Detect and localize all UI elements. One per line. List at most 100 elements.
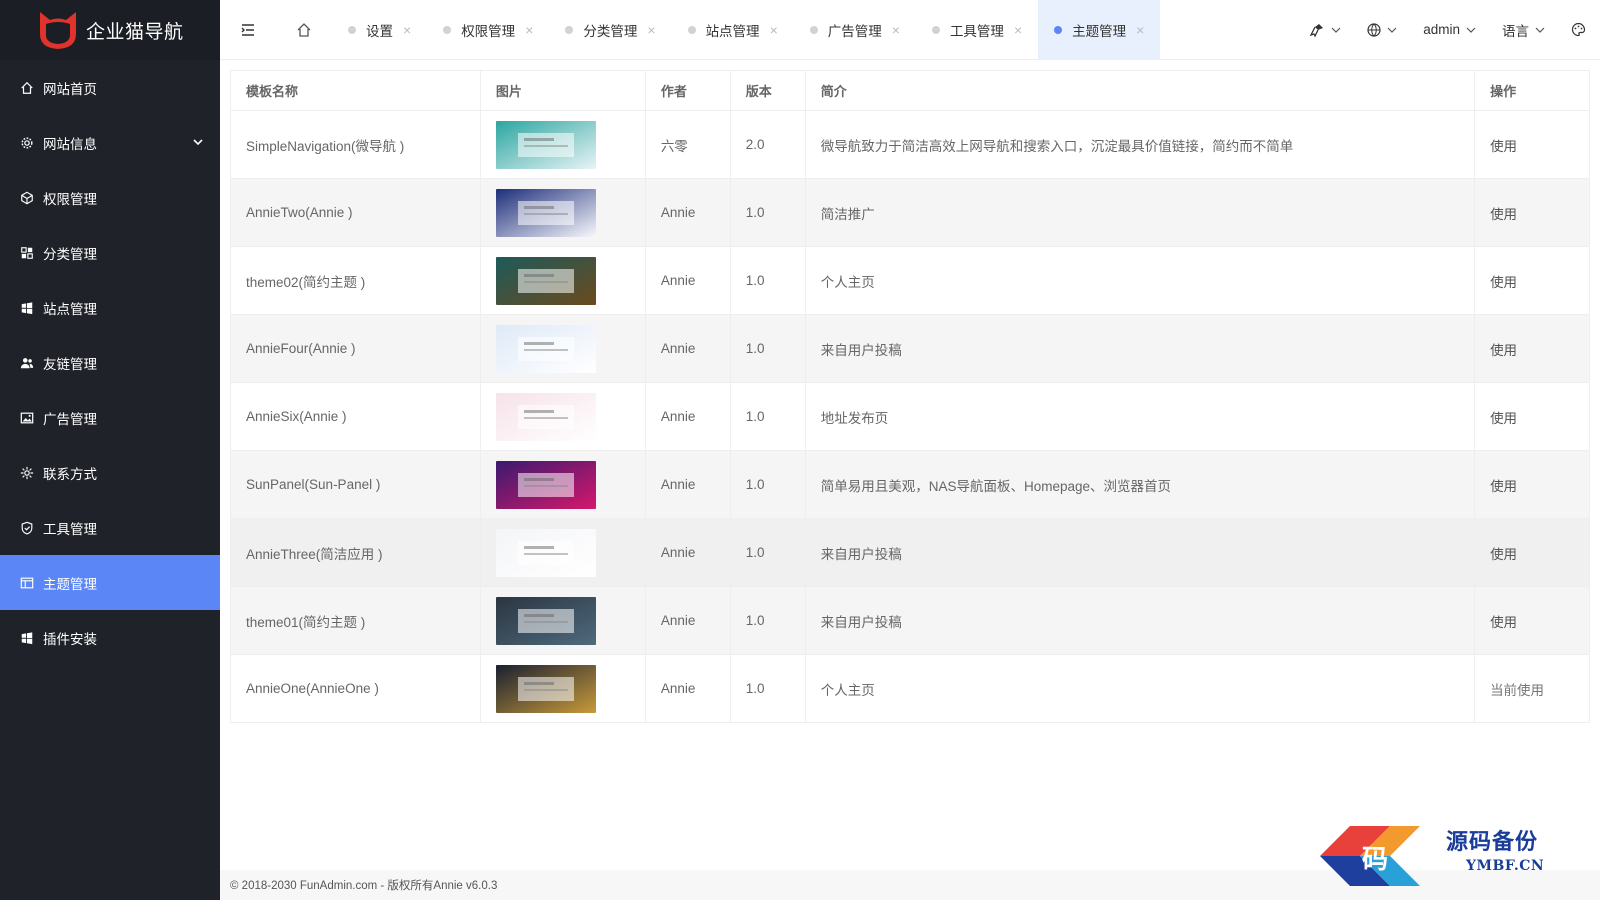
tab-label: 主题管理: [1072, 23, 1127, 39]
language-menu[interactable]: 语言: [1502, 20, 1545, 40]
home-tab-button[interactable]: [276, 0, 332, 60]
theme-version: 1.0: [730, 314, 806, 383]
column-header[interactable]: 版本: [730, 70, 806, 111]
tab-status-dot: [687, 25, 696, 34]
sidebar-item-label: 网站信息: [43, 136, 97, 152]
column-header[interactable]: 操作: [1474, 70, 1590, 111]
tab-status-dot: [809, 25, 818, 34]
chevron-down-icon: [1535, 27, 1545, 33]
theme-preview-image[interactable]: [495, 120, 596, 169]
shield-check-icon: [20, 521, 34, 535]
theme-settings-button[interactable]: [1571, 22, 1586, 37]
gear-icon: [20, 136, 34, 150]
image-icon: [20, 411, 34, 425]
theme-preview-image[interactable]: [495, 188, 596, 237]
close-icon[interactable]: ×: [1136, 22, 1144, 38]
theme-preview-image[interactable]: [495, 528, 596, 577]
column-header[interactable]: 作者: [645, 70, 731, 111]
tab-label: 权限管理: [461, 23, 516, 39]
table-row: SimpleNavigation(微导航 ) 六零 2.0 微导航致力于简洁高效上网导…: [230, 110, 1590, 179]
chevron-down-icon: [1331, 27, 1341, 33]
sidebar-item-label: 主题管理: [43, 576, 97, 592]
language-label: 语言: [1502, 23, 1529, 39]
table-body: SimpleNavigation(微导航 ) 六零 2.0 微导航致力于简洁高效上网导…: [230, 110, 1590, 723]
tab-5[interactable]: 广告管理 ×: [794, 0, 916, 60]
table-row: AnnieTwo(Annie ) Annie 1.0 简洁推广 使用: [230, 178, 1590, 247]
sidebar-item-label: 插件安装: [43, 631, 97, 647]
theme-description: 来自用户投稿: [805, 518, 1476, 587]
tab-3[interactable]: 分类管理 ×: [549, 0, 671, 60]
column-header[interactable]: 图片: [480, 70, 646, 111]
sidebar-item-label: 联系方式: [43, 466, 97, 482]
theme-action-cell: 使用: [1474, 314, 1590, 383]
close-icon[interactable]: ×: [1014, 22, 1022, 38]
column-header[interactable]: 模板名称: [230, 70, 481, 111]
sidebar-item-label: 工具管理: [43, 521, 97, 537]
close-icon[interactable]: ×: [403, 22, 411, 38]
tab-1[interactable]: 设置 ×: [332, 0, 427, 60]
clear-cache-button[interactable]: [1309, 22, 1341, 38]
table-row: theme01(简约主题 ) Annie 1.0 来自用户投稿 使用: [230, 586, 1590, 655]
tab-7[interactable]: 主题管理 ×: [1038, 0, 1161, 60]
theme-table: 模板名称 图片 作者 版本 简介 操作 SimpleNavigation(微导航 ) 六零 2…: [230, 70, 1590, 723]
theme-name: AnnieTwo(Annie ): [230, 178, 481, 247]
use-theme-button[interactable]: 使用: [1490, 547, 1517, 562]
user-menu[interactable]: admin: [1423, 22, 1476, 37]
theme-thumb-cell: [480, 382, 646, 451]
chevron-down-icon: [1466, 27, 1476, 33]
sidebar-item-5[interactable]: 站点管理: [0, 280, 220, 335]
theme-preview-image[interactable]: [495, 596, 596, 645]
theme-preview-image[interactable]: [495, 256, 596, 305]
sidebar-item-10[interactable]: 主题管理: [0, 555, 220, 610]
close-icon[interactable]: ×: [647, 22, 655, 38]
tab-6[interactable]: 工具管理 ×: [916, 0, 1038, 60]
use-theme-button[interactable]: 使用: [1490, 343, 1517, 358]
tab-label: 广告管理: [827, 23, 882, 39]
theme-preview-image[interactable]: [495, 392, 596, 441]
sidebar-item-6[interactable]: 友链管理: [0, 335, 220, 390]
table-row: AnnieSix(Annie ) Annie 1.0 地址发布页 使用: [230, 382, 1590, 451]
sidebar-item-1[interactable]: 网站首页: [0, 60, 220, 115]
apps-icon: [20, 246, 34, 260]
tab-status-dot: [931, 25, 940, 34]
sidebar-item-4[interactable]: 分类管理: [0, 225, 220, 280]
theme-action-cell: 使用: [1474, 110, 1590, 179]
use-theme-button[interactable]: 使用: [1490, 275, 1517, 290]
theme-preview-image[interactable]: [495, 460, 596, 509]
tab-2[interactable]: 权限管理 ×: [427, 0, 549, 60]
logo[interactable]: 企业猫导航: [0, 0, 220, 60]
use-theme-button[interactable]: 使用: [1490, 615, 1517, 630]
use-theme-button[interactable]: 使用: [1490, 411, 1517, 426]
sidebar-item-8[interactable]: 联系方式: [0, 445, 220, 500]
use-theme-button[interactable]: 使用: [1490, 207, 1517, 222]
tab-4[interactable]: 站点管理 ×: [672, 0, 794, 60]
sidebar-item-3[interactable]: 权限管理: [0, 170, 220, 225]
close-icon[interactable]: ×: [770, 22, 778, 38]
theme-version: 1.0: [730, 382, 806, 451]
theme-description: 个人主页: [805, 246, 1476, 315]
use-theme-button[interactable]: 使用: [1490, 479, 1517, 494]
home-icon: [20, 81, 34, 95]
theme-name: SunPanel(Sun-Panel ): [230, 450, 481, 519]
theme-preview-image[interactable]: [495, 664, 596, 713]
theme-author: Annie: [645, 314, 731, 383]
topbar: 设置 × 权限管理 × 分类管理 × 站点管理 × 广告管理 × 工具管理 × 主题管理 × admin …: [220, 0, 1600, 60]
close-icon[interactable]: ×: [892, 22, 900, 38]
theme-name: AnnieFour(Annie ): [230, 314, 481, 383]
sun-icon: [20, 466, 34, 480]
tab-label: 工具管理: [949, 23, 1004, 39]
globe-icon: [1367, 22, 1381, 37]
use-theme-button[interactable]: 使用: [1490, 139, 1517, 154]
sidebar-item-2[interactable]: 网站信息: [0, 115, 220, 170]
tab-label: 分类管理: [583, 23, 638, 39]
column-header[interactable]: 简介: [805, 70, 1476, 111]
sidebar-item-11[interactable]: 插件安装: [0, 610, 220, 665]
sidebar-item-9[interactable]: 工具管理: [0, 500, 220, 555]
watermark-logo-char: 码: [1362, 845, 1388, 875]
close-icon[interactable]: ×: [525, 22, 533, 38]
site-switch-button[interactable]: [1367, 22, 1397, 37]
collapse-menu-button[interactable]: [220, 0, 276, 60]
theme-preview-image[interactable]: [495, 324, 596, 373]
sidebar-item-7[interactable]: 广告管理: [0, 390, 220, 445]
tab-bar: 设置 × 权限管理 × 分类管理 × 站点管理 × 广告管理 × 工具管理 × 主题管理 ×: [332, 0, 1161, 60]
